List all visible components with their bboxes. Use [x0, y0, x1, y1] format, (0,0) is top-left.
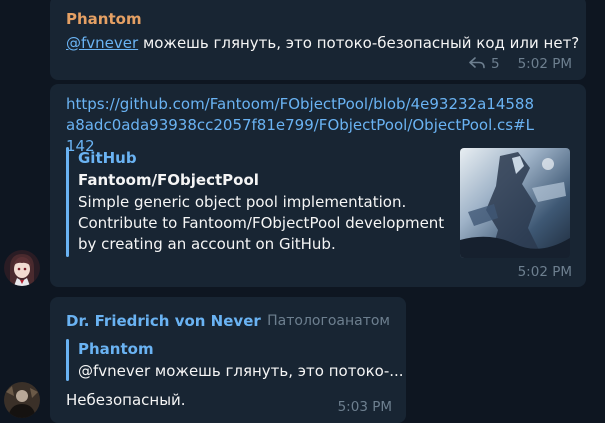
preview-title[interactable]: Fantoom/FObjectPool	[78, 171, 259, 189]
dark-figure-avatar	[4, 382, 40, 418]
message-body: Небезопасный.	[66, 391, 186, 409]
reply-arrow-icon	[469, 57, 485, 69]
anime-girl-avatar	[4, 250, 40, 286]
preview-site-name: GitHub	[78, 149, 137, 167]
quoted-sender[interactable]: Phantom	[78, 340, 154, 358]
sender-avatar[interactable]	[4, 382, 40, 418]
sender-avatar[interactable]	[4, 250, 40, 286]
reply-counter[interactable]: 5 5:02 PM	[469, 56, 572, 72]
message-bubble[interactable]: Phantom @fvnever можешь глянуть, это пот…	[50, 0, 586, 80]
preview-description: Simple generic object pool implementatio…	[78, 193, 445, 253]
reply-quote-bar	[66, 339, 69, 381]
quoted-text[interactable]: @fvnever можешь глянуть, это потоко-...	[78, 362, 404, 380]
reply-count: 5	[491, 56, 500, 72]
message-body: можешь глянуть, это потоко-безопасный ко…	[138, 34, 580, 52]
sender-role-badge: Патологоанатом	[267, 313, 390, 329]
message-time: 5:03 PM	[337, 399, 392, 415]
message-bubble[interactable]: Dr. Friedrich von Never Патологоанатом P…	[50, 297, 406, 423]
message-bubble[interactable]: https://github.com/Fantoom/FObjectPool/b…	[50, 84, 586, 287]
message-time: 5:02 PM	[517, 264, 572, 280]
link-preview-bar	[66, 147, 69, 257]
mention-link[interactable]: @fvnever	[66, 34, 138, 52]
message-time: 5:02 PM	[517, 56, 572, 72]
chat-view: Phantom @fvnever можешь глянуть, это пот…	[0, 0, 605, 423]
sender-name[interactable]: Phantom	[66, 10, 142, 28]
preview-thumbnail[interactable]	[460, 148, 570, 258]
sender-name[interactable]: Dr. Friedrich von Never	[66, 312, 261, 330]
message-text: @fvnever можешь глянуть, это потоко-безо…	[66, 34, 579, 52]
